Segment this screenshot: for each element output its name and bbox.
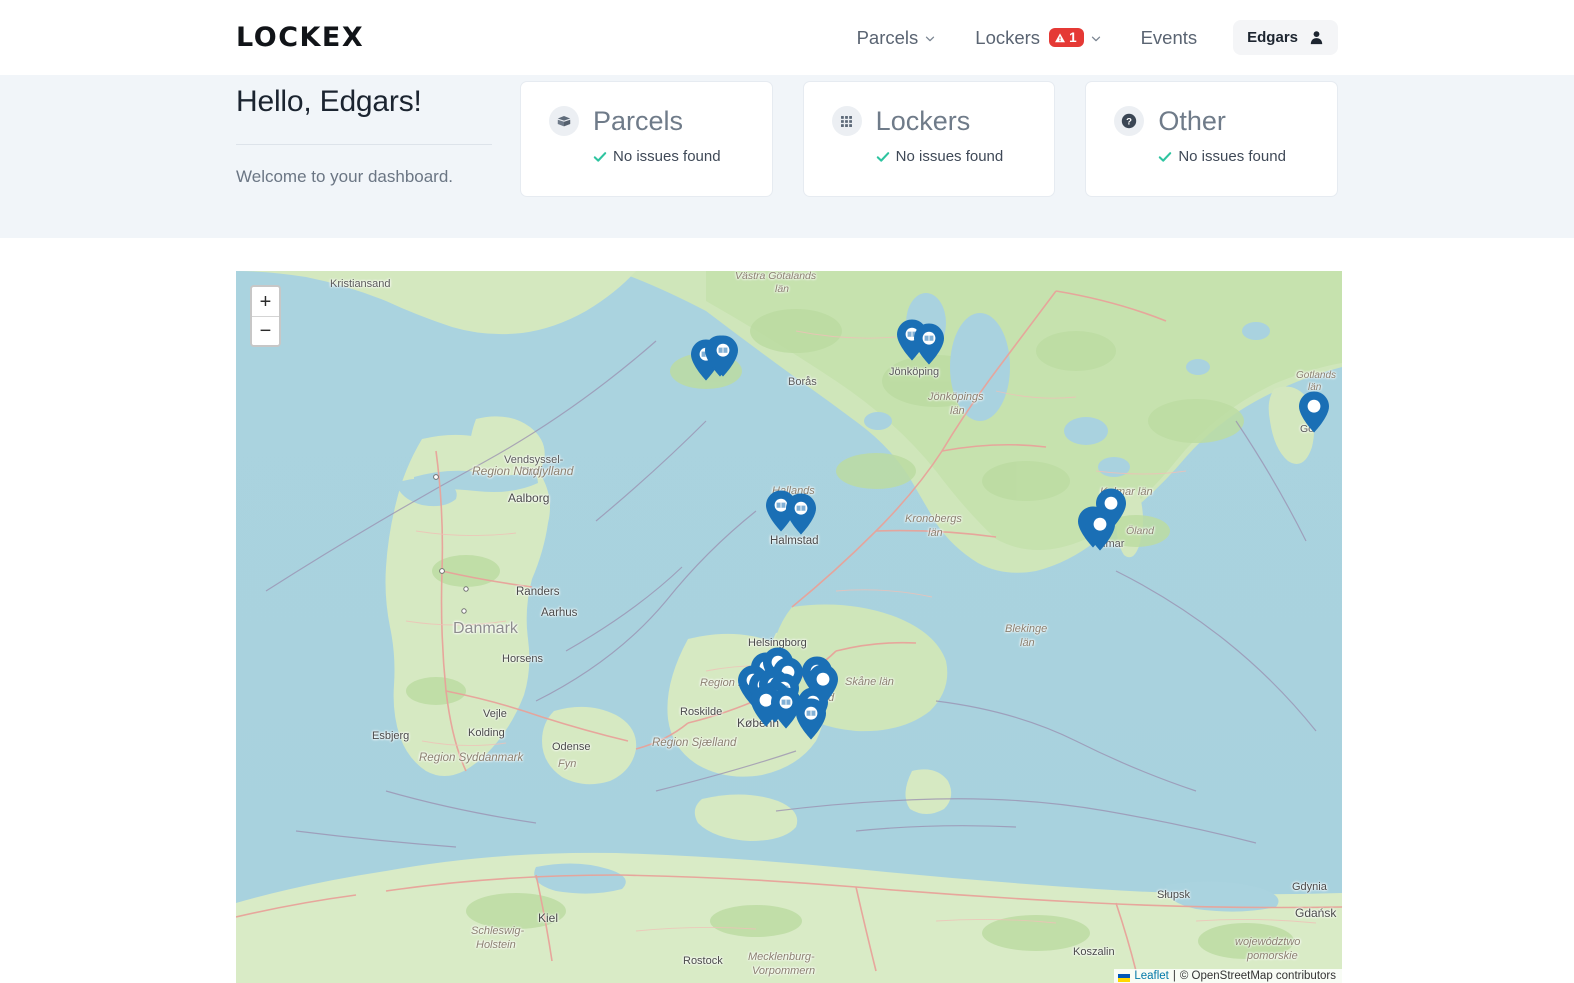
chevron-down-icon [1091,34,1101,44]
map-marker-pin[interactable] [784,492,818,536]
map-basemap [236,271,1342,983]
ukraine-flag-icon [1118,973,1131,982]
user-menu-button[interactable]: Edgars [1233,20,1338,55]
status-card-other[interactable]: ? Other No issues found [1085,81,1339,197]
status-card-other-status: No issues found [1114,148,1337,165]
map-marker-pin[interactable] [794,697,828,741]
status-card-lockers-status-text: No issues found [895,148,1004,165]
map-marker-pin[interactable] [912,322,946,366]
status-card-lockers-status: No issues found [832,148,1055,165]
osm-attribution-text: © OpenStreetMap contributors [1179,970,1336,982]
logo-text: LOCKEX [236,22,365,53]
status-card-other-title: Other [1158,105,1226,136]
nav-item-lockers-label: Lockers [975,26,1041,48]
warning-triangle-icon [1054,32,1066,44]
status-card-lockers[interactable]: Lockers No issues found [802,81,1056,197]
check-icon [876,150,890,164]
leaflet-link[interactable]: Leaflet [1134,970,1169,982]
nav-item-parcels-label: Parcels [856,26,919,48]
app-logo[interactable]: LOCKEX [236,24,364,51]
map-tiles[interactable] [236,271,1342,983]
status-card-parcels-title: Parcels [593,105,684,136]
nav-item-events-label: Events [1140,26,1198,48]
question-circle-icon: ? [1114,106,1145,136]
status-card-other-header: ? Other [1114,106,1337,136]
status-card-parcels-status: No issues found [549,148,772,165]
dashboard-hero: Hello, Edgars! Welcome to your dashboard… [0,75,1574,238]
status-card-parcels-header: Parcels [549,106,772,136]
zoom-out-button[interactable]: − [252,316,279,345]
lockers-alert-badge[interactable]: 1 [1049,27,1084,48]
map-attribution: Leaflet | © OpenStreetMap contributors [1114,969,1342,983]
attribution-separator: | [1172,970,1176,982]
page-subtitle: Welcome to your dashboard. [236,167,454,186]
divider [236,144,492,145]
grid-icon [831,106,862,136]
status-card-lockers-header: Lockers [831,105,1055,136]
greeting-block: Hello, Edgars! Welcome to your dashboard… [236,75,492,187]
status-card-other-status-text: No issues found [1178,148,1286,165]
status-card-parcels[interactable]: Parcels No issues found [520,81,773,197]
user-name-label: Edgars [1247,29,1298,46]
map-zoom-control[interactable]: + − [250,285,281,347]
nav-item-lockers[interactable]: Lockers 1 [955,19,1120,57]
status-card-lockers-title: Lockers [875,105,971,136]
app-header: LOCKEX Parcels Lockers 1 Events Edgars [0,0,1574,75]
main-navigation: Parcels Lockers 1 Events Edgars [837,19,1338,57]
check-icon [593,150,607,164]
map-marker-pin[interactable] [706,334,740,378]
nav-item-parcels[interactable]: Parcels [837,19,956,57]
status-cards: Parcels No issues found Lockers No issue… [520,75,1339,197]
lockers-alert-count: 1 [1069,29,1077,45]
chevron-down-icon [925,34,935,44]
zoom-in-button[interactable]: + [252,287,279,316]
check-icon [1158,150,1172,164]
nav-item-events[interactable]: Events [1121,19,1218,57]
open-box-icon [549,106,579,136]
map-container[interactable]: Kristiansand Västra Götalands län Borås Jönk… [236,271,1342,983]
map-marker-pin[interactable] [1297,390,1331,434]
map-marker-pin[interactable] [1083,508,1117,552]
status-card-parcels-status-text: No issues found [613,148,721,165]
svg-text:?: ? [1126,117,1132,128]
page-title: Hello, Edgars! [236,85,422,118]
person-icon [1309,30,1324,45]
